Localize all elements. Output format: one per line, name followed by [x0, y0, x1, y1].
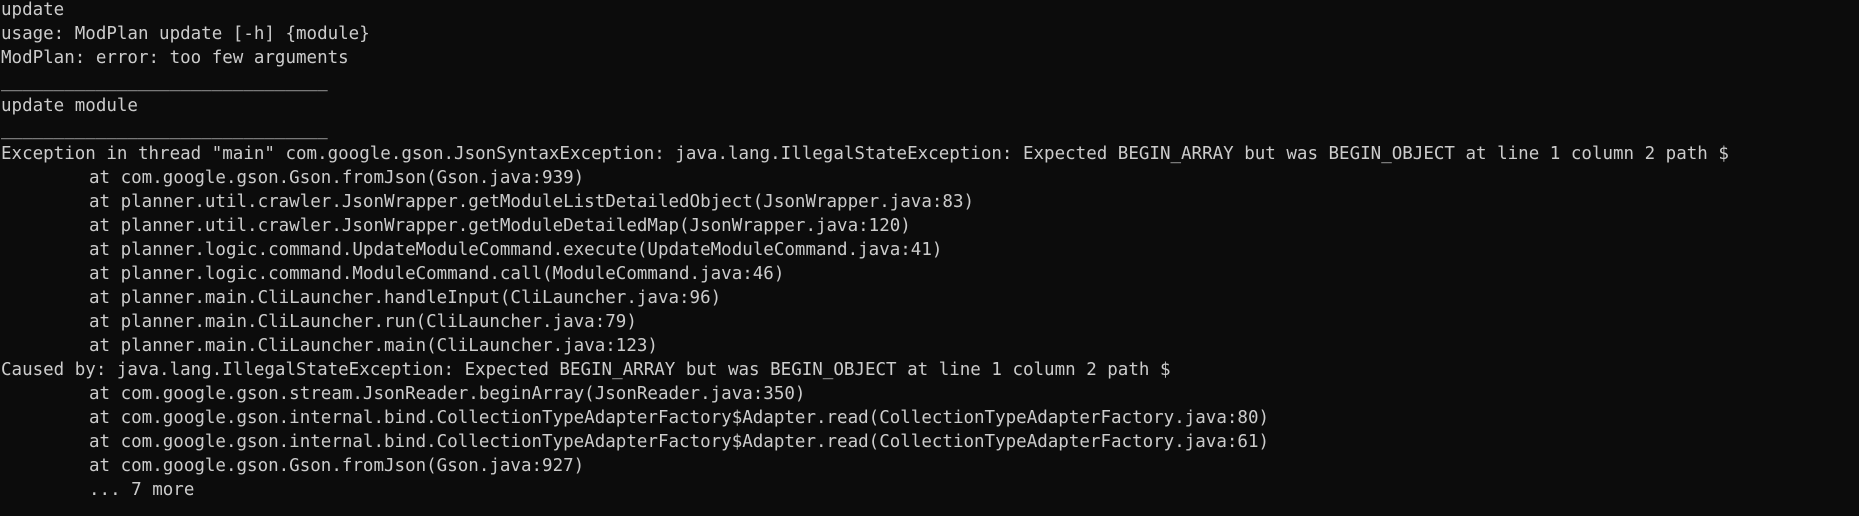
console-line: update module	[1, 96, 138, 116]
stack-trace-line: ... 7 more	[89, 480, 195, 500]
stack-trace-line: at planner.main.CliLauncher.run(CliLaunc…	[89, 312, 637, 332]
stack-trace-line: at com.google.gson.stream.JsonReader.beg…	[89, 384, 806, 404]
stack-trace-line: at planner.util.crawler.JsonWrapper.getM…	[89, 192, 975, 212]
stack-trace-line: at planner.main.CliLauncher.handleInput(…	[89, 288, 722, 308]
terminal-output[interactable]: update usage: ModPlan update [-h] {module…	[1, 0, 1851, 514]
stack-trace-line: at com.google.gson.Gson.fromJson(Gson.ja…	[89, 168, 585, 188]
stack-trace-line: at planner.main.CliLauncher.main(CliLaun…	[89, 336, 658, 356]
stack-trace-line: at planner.util.crawler.JsonWrapper.getM…	[89, 216, 911, 236]
stack-trace-line: at com.google.gson.internal.bind.Collect…	[89, 408, 1270, 428]
console-line: usage: ModPlan update [-h] {module}	[1, 24, 370, 44]
console-line: update	[1, 0, 65, 20]
separator-line: _______________________________	[1, 72, 328, 92]
stack-trace-line: at com.google.gson.internal.bind.Collect…	[89, 432, 1270, 452]
stack-trace-line: at com.google.gson.Gson.fromJson(Gson.ja…	[89, 456, 585, 476]
stack-trace-line: at planner.logic.command.UpdateModuleCom…	[89, 240, 943, 260]
console-line: Exception in thread "main" com.google.gs…	[1, 144, 1729, 164]
separator-line: _______________________________	[1, 120, 328, 140]
stack-trace-line: at planner.logic.command.ModuleCommand.c…	[89, 264, 785, 284]
console-line: Caused by: java.lang.IllegalStateExcepti…	[1, 360, 1171, 380]
console-line: ModPlan: error: too few arguments	[1, 48, 349, 68]
